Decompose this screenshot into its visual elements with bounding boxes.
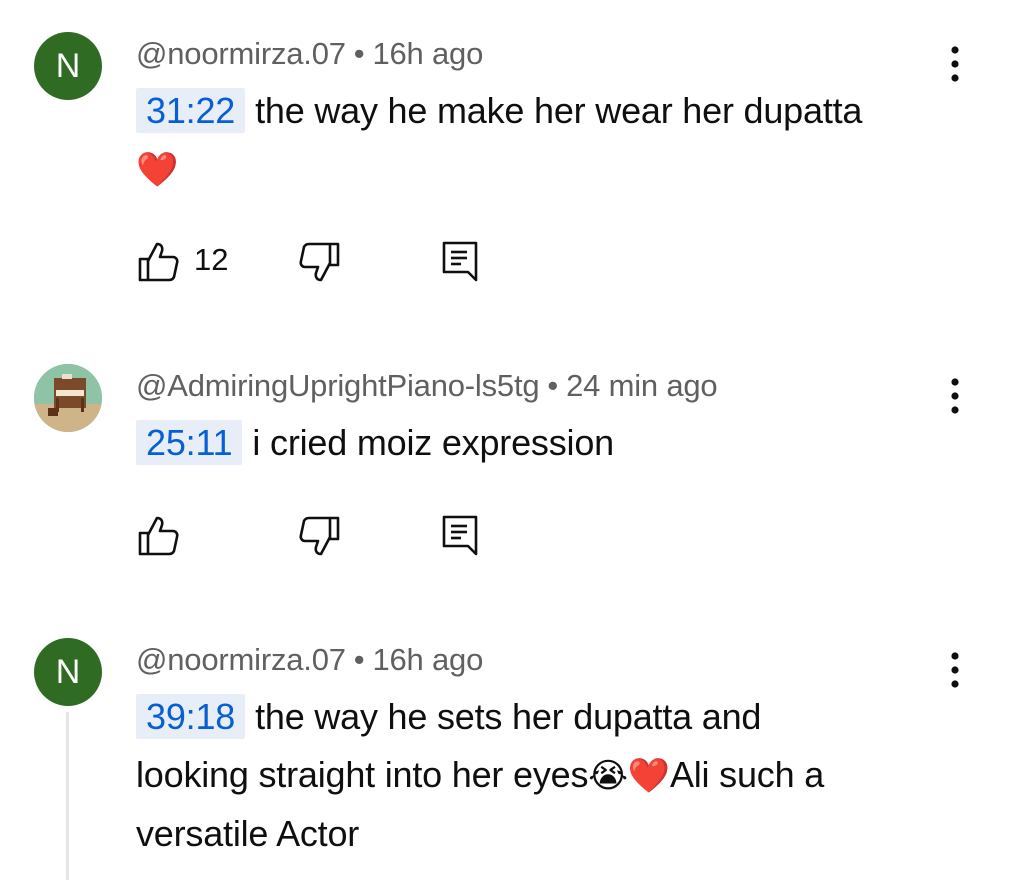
comment-text-line: Ali such a <box>669 754 825 795</box>
avatar[interactable] <box>34 364 102 432</box>
comment-text: 39:18 the way he sets her dupatta and loo… <box>136 688 956 863</box>
comment-actions: 12 <box>136 240 536 284</box>
like-icon[interactable] <box>136 240 180 284</box>
thread-line <box>66 712 69 880</box>
comment-time: 24 min ago <box>566 368 718 403</box>
comments-list: N @noormirza.07 • 16h ago 31:22 the way he … <box>0 0 1024 880</box>
comment-text-line: the way he sets her dupatta and <box>255 696 762 737</box>
heart-emoji: ❤️ <box>136 150 179 190</box>
reply-icon[interactable] <box>438 514 482 558</box>
like-count: 12 <box>194 242 229 277</box>
dislike-icon[interactable] <box>298 514 342 558</box>
comment-text-line: looking straight into her eyes <box>136 754 589 795</box>
reply-icon[interactable] <box>438 240 482 284</box>
piano-avatar-icon <box>34 364 102 432</box>
comment-text: 25:11 i cried moiz expression <box>136 414 956 472</box>
avatar-letter: N <box>55 47 81 85</box>
comment-header: @noormirza.07 • 16h ago <box>136 36 483 72</box>
more-vert-icon[interactable] <box>940 44 970 84</box>
meta-separator: • <box>353 642 365 677</box>
comment-header: @noormirza.07 • 16h ago <box>136 642 483 678</box>
comment-time: 16h ago <box>372 36 484 71</box>
comment-actions <box>136 514 536 558</box>
more-vert-icon[interactable] <box>940 376 970 416</box>
timestamp-link[interactable]: 39:18 <box>136 694 246 739</box>
author-name[interactable]: @noormirza.07 <box>136 642 346 677</box>
author-name[interactable]: @noormirza.07 <box>136 36 346 71</box>
timestamp-link[interactable]: 31:22 <box>136 88 246 133</box>
comment-time: 16h ago <box>372 642 484 677</box>
crying-emoji: 😭 <box>588 756 628 796</box>
avatar[interactable]: N <box>34 32 102 100</box>
comment-text-line: the way he make her wear her dupatta <box>255 90 863 131</box>
comment-text-line: i cried moiz expression <box>252 422 614 463</box>
comment-text: 31:22 the way he make her wear her dupatt… <box>136 82 956 199</box>
avatar-letter: N <box>55 653 81 691</box>
meta-separator: • <box>547 368 559 403</box>
avatar[interactable]: N <box>34 638 102 706</box>
more-vert-icon[interactable] <box>940 650 970 690</box>
timestamp-link[interactable]: 25:11 <box>136 420 243 465</box>
author-name[interactable]: @AdmiringUprightPiano-ls5tg <box>136 368 540 403</box>
heart-emoji: ❤️ <box>627 756 670 796</box>
dislike-icon[interactable] <box>298 240 342 284</box>
comment-header: @AdmiringUprightPiano-ls5tg • 24 min ago <box>136 368 718 404</box>
meta-separator: • <box>353 36 365 71</box>
comment-text-line: versatile Actor <box>136 813 360 854</box>
like-icon[interactable] <box>136 514 180 558</box>
